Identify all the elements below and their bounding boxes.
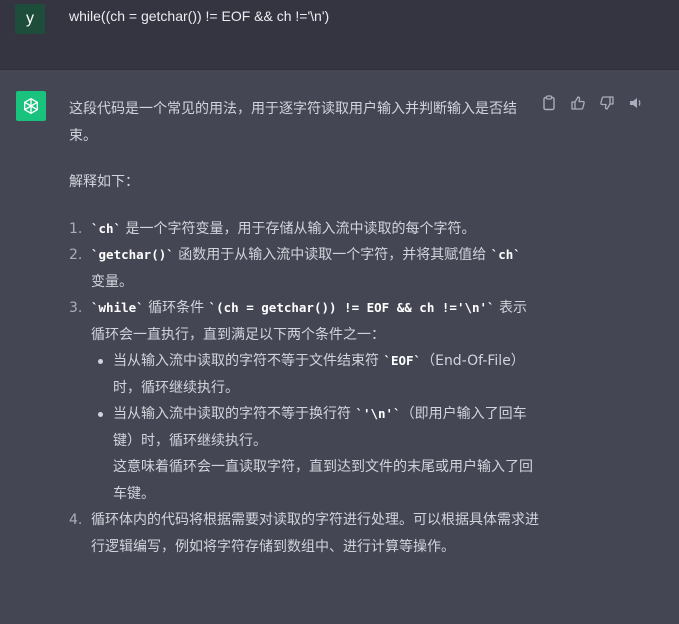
- inline-code: `while`: [91, 300, 144, 315]
- message-actions: [541, 95, 651, 115]
- user-message-text: while((ch = getchar()) != EOF && ch !='\…: [69, 8, 330, 24]
- inline-code: `'\n'`: [355, 406, 401, 421]
- explain-heading: 解释如下：: [69, 174, 139, 190]
- inline-code: `ch`: [91, 220, 122, 236]
- list-item: 2. `getchar()` 函数用于从输入流中读取一个字符，并将其赋值给 `ch…: [69, 242, 539, 295]
- user-avatar: y: [15, 4, 45, 34]
- inline-code: `EOF`: [383, 353, 422, 368]
- user-message-row: y while((ch = getchar()) != EOF && ch !=…: [0, 0, 679, 70]
- list-text: 循环条件: [143, 300, 209, 316]
- assistant-message: 这段代码是一个常见的用法，用于逐字符读取用户输入并判断输入是否结束。 解释如下：…: [69, 96, 539, 560]
- list-text: 是一个字符变量，用于存储从输入流中读取的每个字符。: [121, 220, 476, 237]
- bullet-item: 当从输入流中读取的字符不等于换行符 `'\n'`（即用户输入了回车键）时，循环继…: [91, 401, 539, 507]
- list-number: 1.: [69, 220, 83, 237]
- list-text: 函数用于从输入流中读取一个字符，并将其赋值给: [173, 247, 491, 263]
- thumbs-up-icon[interactable]: [570, 95, 586, 111]
- inline-code: `getchar()`: [91, 247, 174, 262]
- bullet-dot: [98, 412, 103, 417]
- list-text: 循环体内的代码将根据需要对读取的字符进行处理。可以根据具体需求进行逻辑编写，例如…: [91, 512, 539, 555]
- list-item: 3. `while` 循环条件 `(ch = getchar()) != EOF …: [69, 295, 539, 507]
- condition-bullets: 当从输入流中读取的字符不等于文件结束符 `EOF`（End-Of-File）时，…: [91, 348, 539, 507]
- bullet-continuation: 这意味着循环会一直读取字符，直到达到文件的末尾或用户输入了回车键。: [113, 459, 533, 502]
- clipboard-icon[interactable]: [541, 95, 557, 111]
- list-item: 4. 循环体内的代码将根据需要对读取的字符进行处理。可以根据具体需求进行逻辑编写，…: [69, 507, 539, 560]
- list-item: 1. `ch` 是一个字符变量，用于存储从输入流中读取的每个字符。: [69, 216, 539, 243]
- explanation-list: 1. `ch` 是一个字符变量，用于存储从输入流中读取的每个字符。 2. `getc…: [69, 216, 539, 561]
- speaker-icon[interactable]: [628, 95, 644, 111]
- thumbs-down-icon[interactable]: [599, 95, 615, 111]
- bullet-item: 当从输入流中读取的字符不等于文件结束符 `EOF`（End-Of-File）时，…: [91, 348, 539, 401]
- list-number: 4.: [69, 512, 83, 528]
- list-text: 变量。: [91, 273, 133, 290]
- openai-logo-icon: [24, 98, 38, 115]
- bullet-text: 当从输入流中读取的字符不等于换行符: [113, 406, 356, 422]
- list-number: 3.: [69, 300, 83, 316]
- bullet-text: 当从输入流中读取的字符不等于文件结束符: [113, 353, 384, 369]
- intro-paragraph: 这段代码是一个常见的用法，用于逐字符读取用户输入并判断输入是否结束。: [69, 101, 517, 144]
- assistant-avatar: [16, 91, 46, 121]
- inline-code: `(ch = getchar()) != EOF && ch !='\n'`: [208, 300, 495, 315]
- bullet-dot: [98, 359, 103, 364]
- inline-code: `ch`: [490, 247, 521, 262]
- list-number: 2.: [69, 247, 83, 263]
